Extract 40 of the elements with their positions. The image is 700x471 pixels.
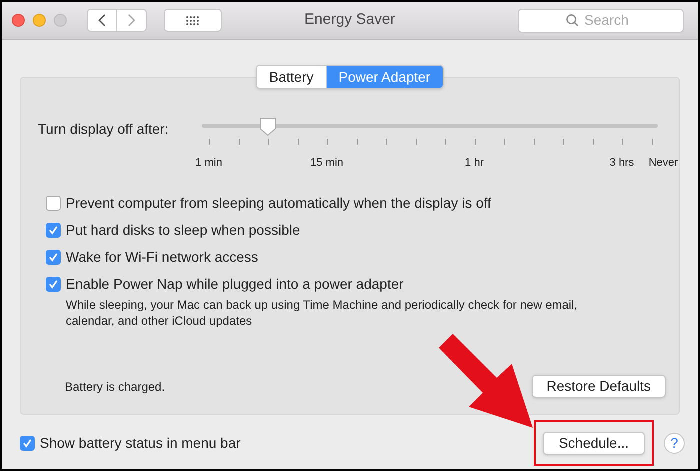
zoom-icon bbox=[54, 14, 67, 27]
checkbox[interactable] bbox=[46, 223, 61, 238]
checkmark-icon bbox=[48, 225, 59, 236]
checkmark-icon bbox=[22, 438, 33, 448]
grid-icon bbox=[186, 16, 200, 26]
schedule-button[interactable]: Schedule... bbox=[543, 432, 645, 454]
chevron-right-icon bbox=[128, 14, 136, 27]
tick-label: 1 hr bbox=[465, 156, 484, 171]
checkbox-label: Prevent computer from sleeping automatically when the display is off bbox=[66, 194, 492, 213]
show-all-button[interactable] bbox=[164, 9, 222, 32]
tick-label: 15 min bbox=[310, 156, 344, 171]
option-description: While sleeping, your Mac can back up using Time Machine and periodically check for new email, calendar, and other iCloud updates bbox=[66, 297, 579, 329]
tick-label: 3 hrs bbox=[610, 156, 634, 171]
checkmark-icon bbox=[48, 279, 59, 290]
checkbox-label: Show battery status in menu bar bbox=[40, 434, 241, 453]
checkbox[interactable] bbox=[46, 250, 61, 265]
search-field[interactable]: Search bbox=[518, 8, 684, 32]
slider-thumb[interactable] bbox=[259, 117, 278, 137]
slider-track[interactable] bbox=[202, 117, 658, 137]
slider-label: Turn display off after: bbox=[38, 120, 170, 139]
checkbox-label: Wake for Wi-Fi network access bbox=[66, 248, 258, 267]
checkbox-label: Enable Power Nap while plugged into a power adapter bbox=[66, 275, 404, 294]
window-title: Energy Saver bbox=[304, 10, 396, 30]
checkbox[interactable] bbox=[46, 277, 61, 292]
battery-status-text: Battery is charged. bbox=[65, 379, 166, 396]
tick-label: 1 min bbox=[196, 156, 222, 171]
restore-defaults-button[interactable]: Restore Defaults bbox=[532, 375, 666, 398]
back-button[interactable] bbox=[87, 9, 117, 32]
checkbox[interactable] bbox=[46, 196, 61, 211]
tab[interactable]: Battery bbox=[257, 66, 326, 88]
help-button[interactable]: ? bbox=[664, 432, 685, 454]
minimize-icon[interactable] bbox=[33, 14, 46, 27]
chevron-left-icon bbox=[98, 14, 106, 27]
checkbox[interactable] bbox=[20, 436, 35, 450]
close-icon[interactable] bbox=[12, 14, 25, 27]
checkmark-icon bbox=[48, 252, 59, 263]
search-input: Search bbox=[584, 10, 636, 31]
tick-label: Never bbox=[648, 156, 678, 171]
checkbox-label: Put hard disks to sleep when possible bbox=[66, 221, 300, 240]
search-icon bbox=[566, 14, 578, 27]
